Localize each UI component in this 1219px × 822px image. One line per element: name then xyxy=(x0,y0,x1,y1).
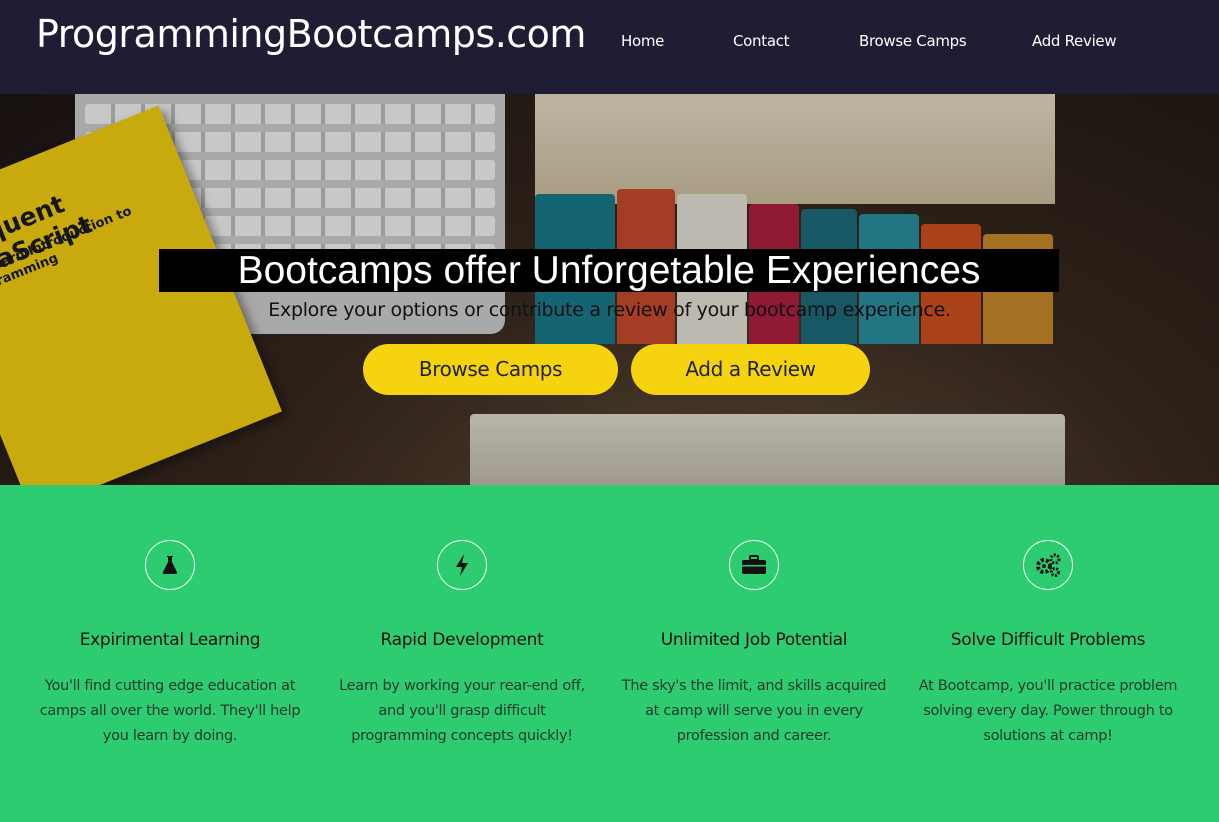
feature-rapid-development: Rapid Development Learn by working your … xyxy=(316,540,608,749)
add-review-button[interactable]: Add a Review xyxy=(631,344,870,395)
feature-title: Unlimited Job Potential xyxy=(660,630,848,650)
nav-link-add-review[interactable]: Add Review xyxy=(1032,32,1117,50)
gears-icon xyxy=(1023,540,1073,590)
feature-title: Solve Difficult Problems xyxy=(950,630,1146,650)
browse-camps-button[interactable]: Browse Camps xyxy=(363,344,618,395)
nav-link-home[interactable]: Home xyxy=(621,32,664,50)
hero-headline: Bootcamps offer Unforgetable Experiences xyxy=(159,249,1059,292)
feature-unlimited-job-potential: Unlimited Job Potential The sky's the li… xyxy=(608,540,900,749)
hero-subheading: Explore your options or contribute a rev… xyxy=(268,299,951,321)
briefcase-icon xyxy=(729,540,779,590)
nav-link-browse-camps[interactable]: Browse Camps xyxy=(859,32,967,50)
hero-banner: Eloquent JavaScript A Modern Introductio… xyxy=(0,94,1219,485)
feature-solve-difficult-problems: Solve Difficult Problems At Bootcamp, yo… xyxy=(902,540,1194,749)
feature-description: Learn by working your rear-end off, and … xyxy=(339,678,585,744)
lightning-bolt-icon xyxy=(437,540,487,590)
nav-link-contact[interactable]: Contact xyxy=(733,32,790,50)
brand-logo-link[interactable]: ProgrammingBootcamps.com xyxy=(36,12,586,56)
feature-description: At Bootcamp, you'll practice problem sol… xyxy=(918,678,1178,744)
flask-icon xyxy=(145,540,195,590)
feature-description: You'll find cutting edge education at ca… xyxy=(39,678,301,744)
feature-description: The sky's the limit, and skills acquired… xyxy=(621,678,887,744)
feature-experimental-learning: Expirimental Learning You'll find cuttin… xyxy=(24,540,316,749)
feature-title: Rapid Development xyxy=(380,630,544,650)
feature-title: Expirimental Learning xyxy=(79,630,261,650)
navbar: ProgrammingBootcamps.com Home Contact Br… xyxy=(0,0,1219,94)
